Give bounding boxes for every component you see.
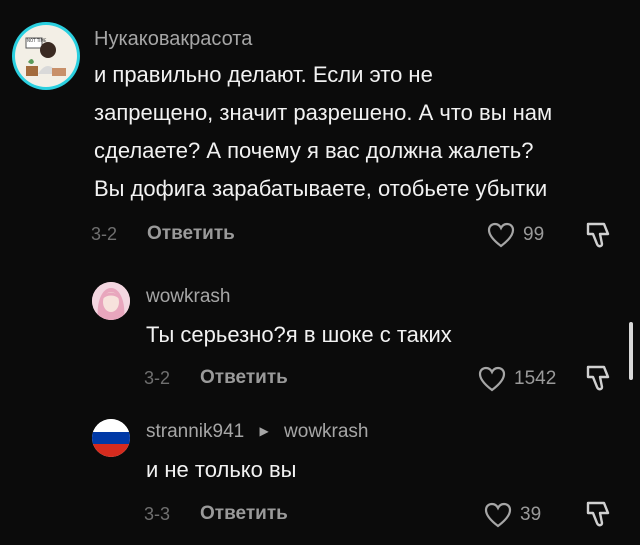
thumbs-down-icon [586,365,610,391]
reply-button[interactable]: Ответить [200,367,288,389]
like-count: 39 [520,504,542,525]
avatar[interactable] [92,282,130,320]
comment-date: 3-2 [91,223,118,244]
comment-text: и правильно делают. Если это не запрещен… [94,56,552,208]
avatar-badge-text: NOT TIME [27,38,47,43]
comment-meta: 3-2 Ответить [91,223,235,245]
comment-meta: 3-3 Ответить [144,503,288,525]
comment-3: strannik941 ▶ wowkrash и не только вы 3-… [0,405,640,545]
comment-line: и правильно делают. Если это не [94,62,433,87]
comment-1: NOT TIME Нукаковакрасота и правильно дел… [0,0,640,255]
like-count: 99 [523,224,545,245]
like-button[interactable]: 99 [487,222,544,248]
comment-line: запрещено, значит разрешено. А что вы на… [94,100,553,125]
username[interactable]: strannik941 [146,421,244,442]
comment-text: и не только вы [146,457,297,482]
dislike-button[interactable] [584,363,614,398]
comment-line: Вы дофига зарабатываете, отобьете убытки [94,176,548,201]
heart-outline-icon [478,366,506,392]
avatar[interactable]: NOT TIME [12,22,80,90]
username[interactable]: Нукаковакрасота [94,28,252,51]
avatar[interactable] [92,419,130,457]
like-count: 1542 [514,368,557,389]
dislike-button[interactable] [584,499,614,534]
reply-to-username[interactable]: wowkrash [284,421,368,442]
reply-button[interactable]: Ответить [147,223,235,245]
triangle-right-icon: ▶ [259,424,269,438]
like-button[interactable]: 1542 [478,366,556,392]
comment-date: 3-2 [144,367,171,388]
username[interactable]: wowkrash [146,286,230,308]
like-button[interactable]: 39 [484,502,541,528]
comment-text: Ты серьезно?я в шоке с таких [146,322,452,347]
thumbs-down-icon [586,501,610,527]
russian-flag-icon [92,419,130,457]
dislike-button[interactable] [584,220,614,255]
reply-header: strannik941 ▶ wowkrash [146,421,369,443]
heart-outline-icon [484,502,512,528]
thumbs-down-icon [586,222,610,248]
comment-date: 3-3 [144,503,171,524]
comment-meta: 3-2 Ответить [144,367,288,389]
comment-line: сделаете? А почему я вас должна жалеть? [94,138,534,163]
heart-outline-icon [487,222,515,248]
reply-button[interactable]: Ответить [200,503,288,525]
comment-2: wowkrash Ты серьезно?я в шоке с таких 3-… [0,270,640,400]
scrollbar[interactable] [629,322,633,380]
